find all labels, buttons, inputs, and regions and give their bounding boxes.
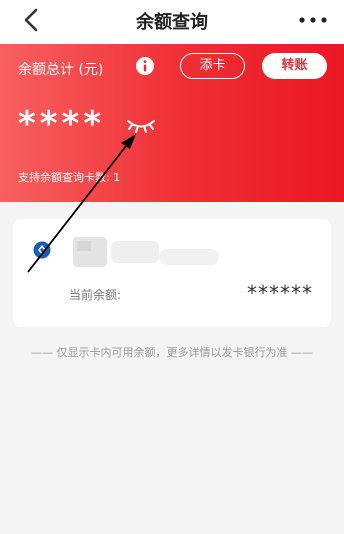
page-title: 余额查询 bbox=[136, 12, 208, 33]
balance-summary-panel: 余额总计 (元) 添卡 转账 **** 支持余额查询卡数: 1 bbox=[0, 44, 344, 202]
bank-name-blurred bbox=[73, 237, 219, 267]
more-dots-icon[interactable] bbox=[296, 10, 330, 30]
info-icon[interactable] bbox=[135, 56, 155, 76]
current-balance-label: 当前余额: bbox=[69, 288, 122, 302]
transfer-button[interactable]: 转账 bbox=[262, 53, 327, 79]
supported-card-count: 支持余额查询卡数: 1 bbox=[18, 171, 121, 184]
total-balance-label: 余额总计 (元) bbox=[18, 62, 104, 78]
add-card-button[interactable]: 添卡 bbox=[180, 53, 245, 79]
top-nav-bar: 余额查询 bbox=[0, 0, 344, 44]
balance-disclaimer: —— 仅显示卡内可用余额，更多详情以发卡银行为准 —— bbox=[31, 346, 313, 359]
bank-card-item[interactable]: 当前余额: ****** bbox=[13, 219, 331, 327]
total-balance-masked: **** bbox=[18, 104, 106, 144]
bank-logo-icon bbox=[33, 241, 51, 259]
current-balance-masked: ****** bbox=[247, 281, 313, 305]
eye-closed-icon[interactable] bbox=[125, 114, 157, 136]
